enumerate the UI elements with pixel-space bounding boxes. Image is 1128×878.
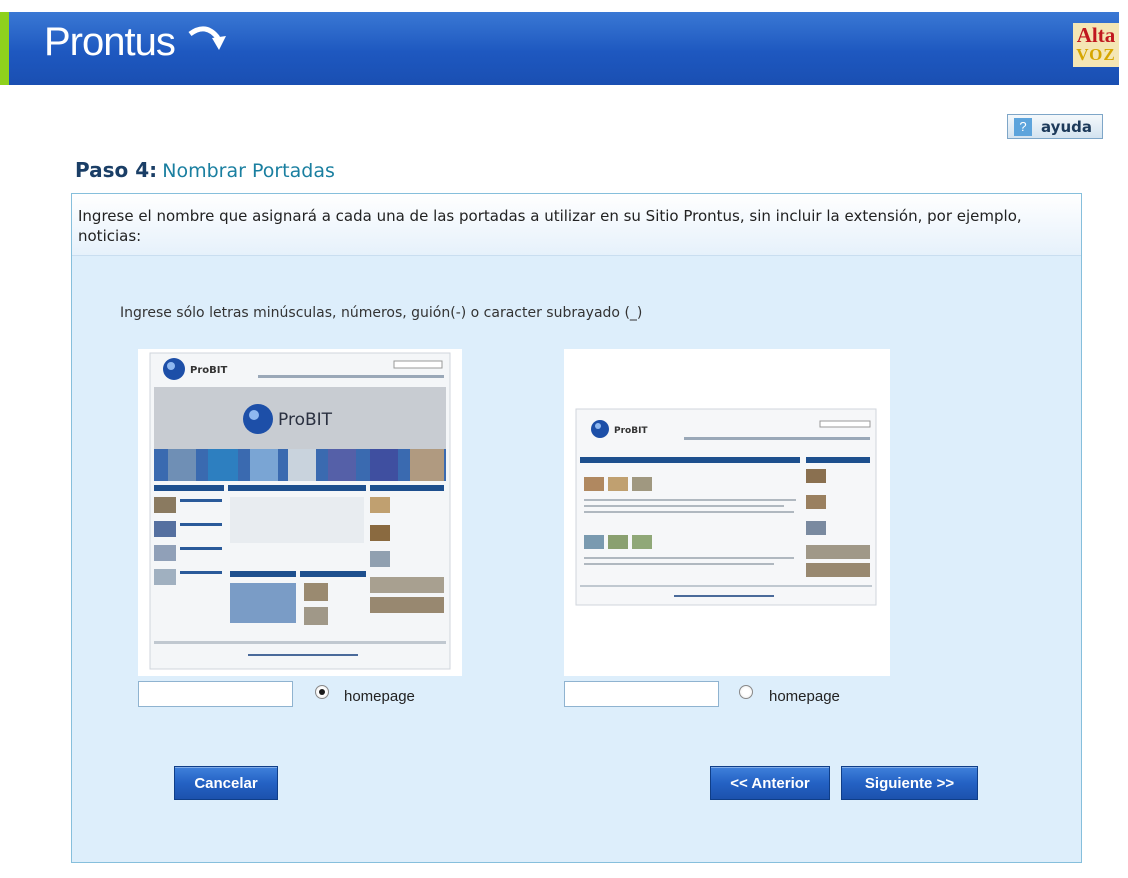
help-button[interactable]: ? ayuda [1007,114,1103,139]
portada-thumbnail-2: ProBIT [564,349,890,676]
accent-bar [0,12,9,85]
portada-name-input-1[interactable] [138,681,293,707]
homepage-radio-2[interactable] [739,685,753,699]
step-name: Nombrar Portadas [162,160,335,182]
portada-name-input-2[interactable] [564,681,719,707]
homepage-preview-image: ProBIT ProBIT [138,349,462,676]
intro-band: Ingrese el nombre que asignará a cada un… [72,194,1081,256]
hint-text: Ingrese sólo letras minúsculas, números,… [120,305,643,321]
step-panel: Ingrese el nombre que asignará a cada un… [71,193,1082,863]
intro-text: Ingrese el nombre que asignará a cada un… [78,207,1022,245]
homepage-radio-label-2: homepage [769,688,840,705]
help-label: ayuda [1041,117,1092,136]
portada-thumbnail-1: ProBIT ProBIT [138,349,462,676]
page-title: Paso 4: Nombrar Portadas [75,158,335,182]
radio-selected-dot [319,689,325,695]
svg-text:ProBIT: ProBIT [278,410,333,430]
gallery-preview-image: ProBIT [564,349,890,676]
altavoz-logo: Alta VOZ [1073,23,1119,67]
previous-button[interactable]: << Anterior [710,766,830,800]
logo-text: Prontus [44,20,176,64]
svg-text:ProBIT: ProBIT [614,426,648,436]
next-button[interactable]: Siguiente >> [841,766,978,800]
prontus-logo: Prontus [44,20,226,65]
step-number: Paso 4: [75,158,158,182]
logo-arrow-icon [188,26,226,50]
cancel-button[interactable]: Cancelar [174,766,278,800]
homepage-radio-label-1: homepage [344,688,415,705]
homepage-radio-1[interactable] [315,685,329,699]
help-icon: ? [1014,117,1032,136]
svg-text:ProBIT: ProBIT [190,365,227,376]
